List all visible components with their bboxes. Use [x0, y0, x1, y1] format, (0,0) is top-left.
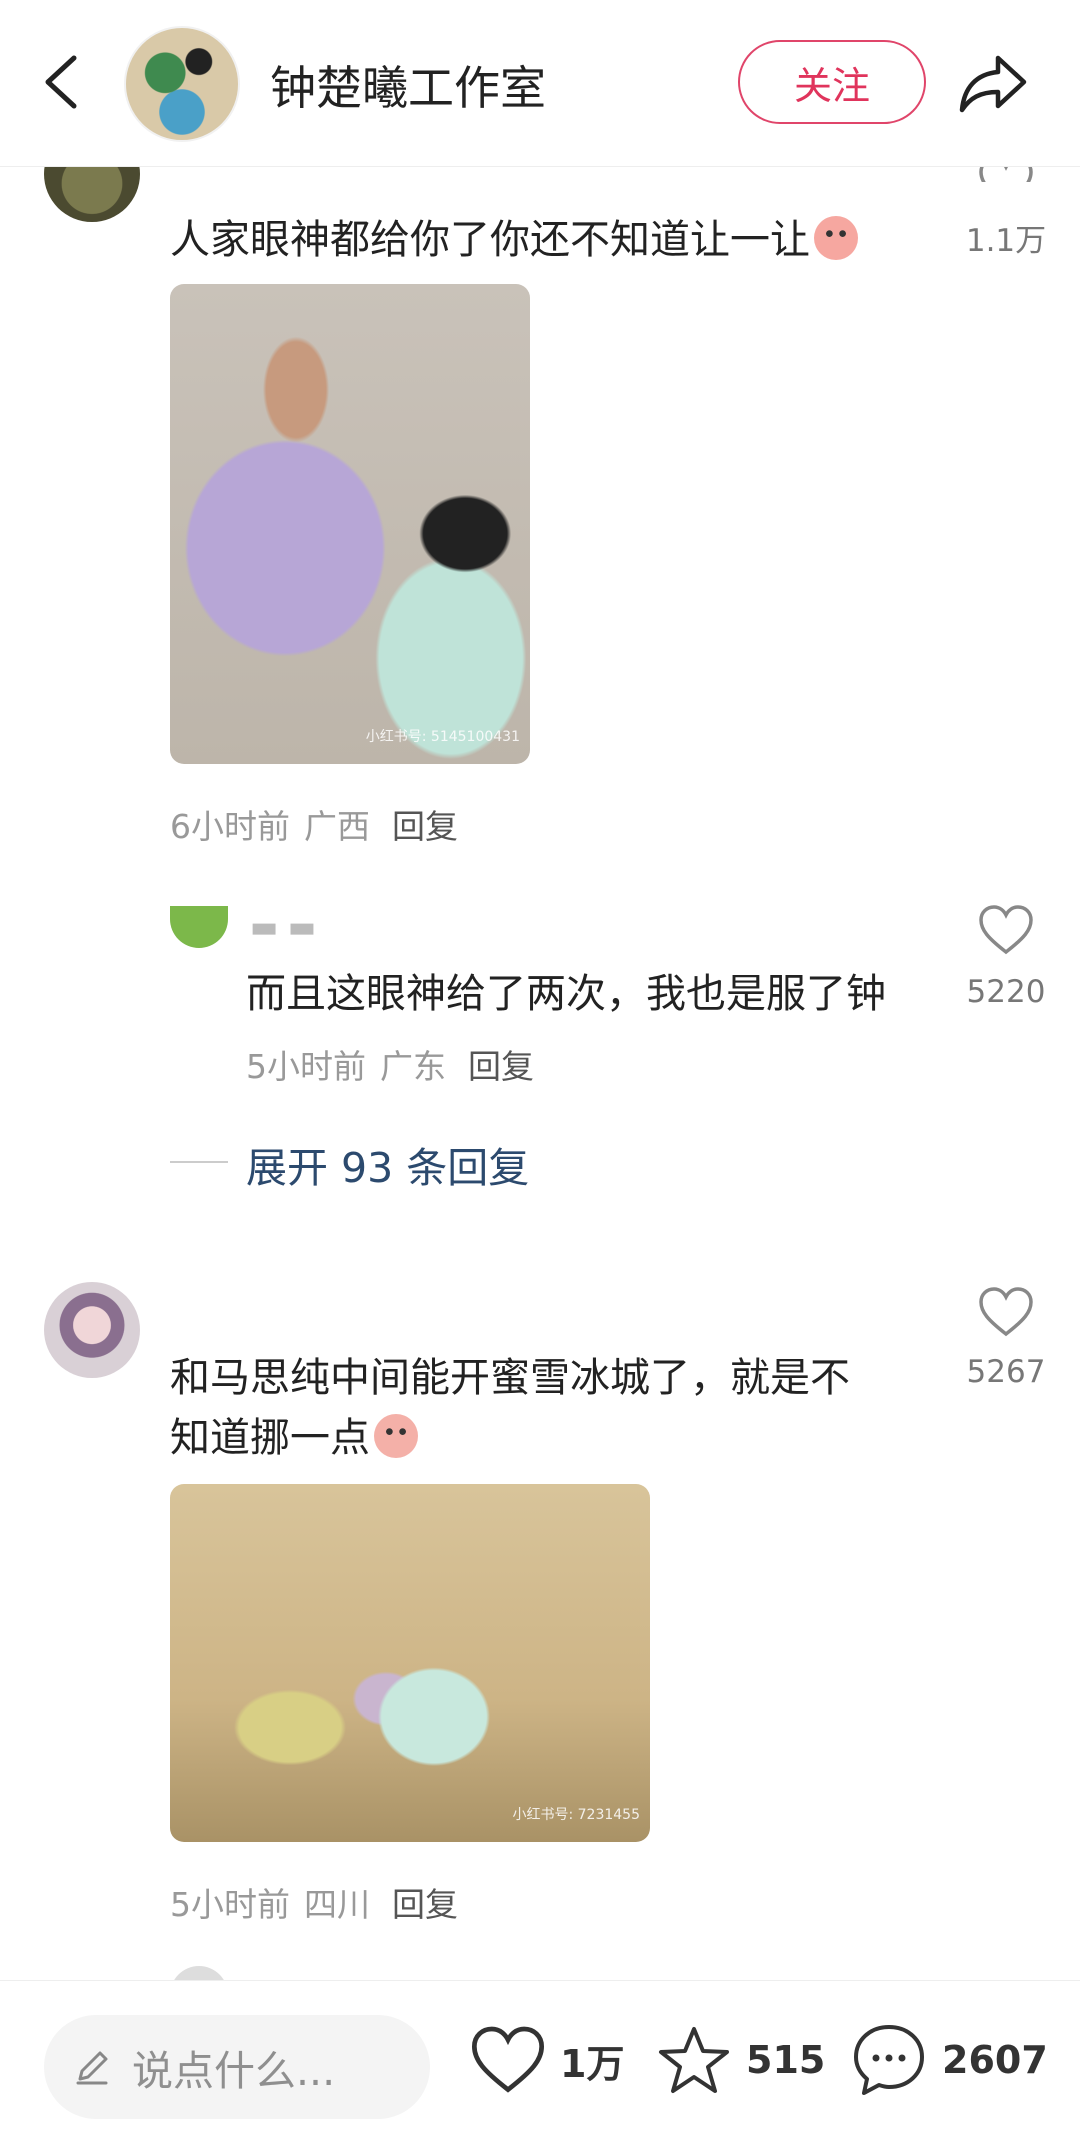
comment-text: 和马思纯中间能开蜜雪冰城了，就是不 知道挪一点: [170, 1355, 850, 1461]
bottom-action-bar: 说点什么... 1万 515 2607: [0, 1980, 1080, 2139]
favorite-total: 515: [746, 2038, 826, 2082]
comment-meta: 5小时前 四川 回复: [170, 1878, 458, 1926]
heart-icon[interactable]: [978, 904, 1034, 956]
replier-name-partial: ▬ ▬: [250, 910, 317, 936]
image-watermark: 小红书号: 5145100431: [365, 729, 520, 745]
image-watermark: 小红书号: 7231455: [512, 1807, 640, 1823]
account-avatar[interactable]: [124, 26, 240, 142]
reply-button[interactable]: 回复: [468, 1047, 534, 1086]
comment-image[interactable]: 小红书号: 7231455: [170, 1484, 650, 1842]
reply-location: 广东: [380, 1047, 446, 1086]
expand-divider: [170, 1161, 228, 1163]
account-name[interactable]: 钟楚曦工作室: [270, 52, 546, 118]
comment-location: 四川: [304, 1885, 370, 1924]
comment-time: 5小时前: [170, 1885, 290, 1924]
comment-total: 2607: [942, 2038, 1048, 2082]
comment-text: 人家眼神都给你了你还不知道让一让: [170, 210, 858, 270]
follow-button[interactable]: 关注: [738, 40, 926, 124]
reply-button[interactable]: 回复: [392, 807, 458, 846]
pencil-icon: [76, 2051, 108, 2085]
commenter-avatar[interactable]: [44, 1282, 140, 1378]
comment-input-placeholder: 说点什么...: [132, 2047, 336, 2095]
chat-bubble-icon: [854, 2025, 924, 2095]
emoji-icon: [374, 1414, 418, 1458]
reply-meta: 5小时前 广东 回复: [246, 1040, 534, 1088]
expand-replies-button[interactable]: 展开 93 条回复: [246, 1134, 529, 1194]
replier-avatar[interactable]: [170, 906, 228, 948]
top-nav-bar: 钟楚曦工作室 关注: [0, 0, 1080, 167]
heart-icon: [471, 2026, 545, 2093]
comment-stat[interactable]: 2607: [850, 2021, 1048, 2099]
comment-image[interactable]: 小红书号: 5145100431: [170, 284, 530, 764]
reply-button[interactable]: 回复: [392, 1885, 458, 1924]
comment-input[interactable]: 说点什么...: [44, 2015, 430, 2119]
like-count: 1.1万: [965, 223, 1047, 259]
reply-time: 5小时前: [246, 1047, 366, 1086]
emoji-icon: [814, 216, 858, 260]
like-total: 1万: [560, 2041, 625, 2086]
like-stat[interactable]: 1万: [470, 2025, 624, 2095]
comment-location: 广西: [304, 807, 370, 846]
favorite-stat[interactable]: 515: [656, 2023, 825, 2097]
star-icon: [659, 2027, 729, 2093]
back-arrow-icon[interactable]: [38, 52, 88, 112]
share-icon[interactable]: [958, 52, 1028, 114]
reply-text: 而且这眼神给了两次，我也是服了钟: [246, 971, 886, 1017]
comment-meta: 6小时前 广西 回复: [170, 800, 458, 848]
like-count: 5220: [966, 974, 1046, 1010]
comment-time: 6小时前: [170, 807, 290, 846]
like-count: 5267: [966, 1354, 1046, 1390]
heart-icon[interactable]: [978, 1286, 1034, 1338]
